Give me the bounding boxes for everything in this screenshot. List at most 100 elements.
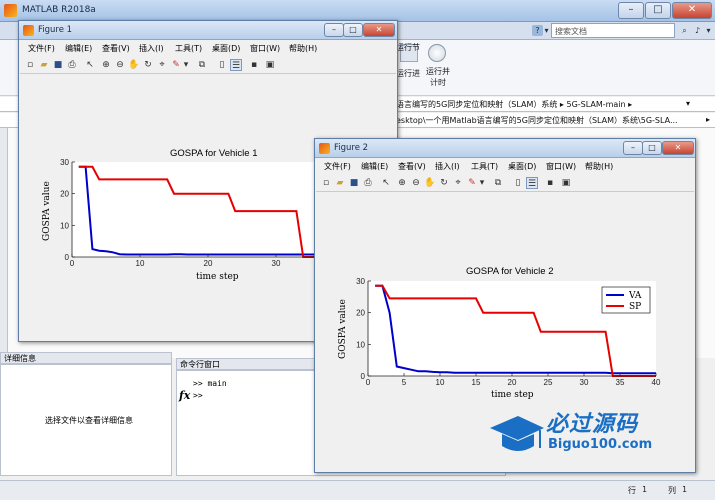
chevron-down-icon[interactable]: ▾	[476, 177, 488, 189]
close-button[interactable]: ✕	[672, 2, 712, 19]
menu-view[interactable]: 查看(V)	[102, 43, 130, 54]
zoom-out-icon[interactable]: ⊖	[114, 59, 126, 71]
link-plot-icon[interactable]: ⧉	[196, 59, 208, 71]
x-tick-label: 20	[508, 378, 517, 387]
new-figure-icon[interactable]: ▫	[320, 177, 332, 189]
y-tick-label: 10	[356, 340, 365, 349]
matlab-logo-icon	[319, 143, 330, 154]
menu-insert[interactable]: 插入(I)	[139, 43, 164, 54]
chevron-right-icon[interactable]: ▸	[706, 115, 710, 124]
chevron-down-icon[interactable]: ▾	[541, 25, 552, 36]
maximize-button[interactable]: □	[645, 2, 671, 19]
show-plot-tools-icon[interactable]: ▣	[560, 177, 572, 189]
zoom-in-icon[interactable]: ⊕	[100, 59, 112, 71]
y-tick-label: 0	[361, 372, 366, 381]
colorbar-icon[interactable]: ▯	[512, 177, 524, 189]
open-folder-icon[interactable]: ▰	[334, 177, 346, 189]
maximize-button[interactable]: □	[343, 23, 363, 37]
figure-2-toolbar: ▫ ▰ ■ ⎙ ↖ ⊕ ⊖ ✋ ↻ ⌖ ✎ ▾ ⧉ ▯ ☰ ▪ ▣	[316, 175, 694, 192]
figure-1-menubar: 文件(F) 编辑(E) 查看(V) 插入(I) 工具(T) 桌面(D) 窗口(W…	[20, 41, 396, 56]
x-tick-label: 30	[272, 259, 281, 268]
pointer-icon[interactable]: ↖	[380, 177, 392, 189]
menu-insert[interactable]: 插入(I)	[435, 161, 460, 172]
x-tick-label: 25	[544, 378, 553, 387]
show-plot-tools-icon[interactable]: ▣	[264, 59, 276, 71]
close-button[interactable]: ✕	[363, 23, 395, 37]
menu-tools[interactable]: 工具(T)	[471, 161, 498, 172]
minimize-button[interactable]: –	[324, 23, 344, 37]
x-tick-label: 0	[70, 259, 75, 268]
legend-icon[interactable]: ☰	[230, 59, 242, 71]
menu-file[interactable]: 文件(F)	[324, 161, 351, 172]
minimize-button[interactable]: –	[618, 2, 644, 19]
open-folder-icon[interactable]: ▰	[38, 59, 50, 71]
details-panel: 选择文件以查看详细信息	[0, 364, 172, 476]
data-cursor-icon[interactable]: ⌖	[452, 177, 464, 189]
save-icon[interactable]: ■	[52, 59, 64, 71]
chevron-down-icon[interactable]: ▾	[686, 99, 690, 108]
pan-icon[interactable]: ✋	[128, 59, 140, 71]
back-label[interactable]: 运行进	[396, 68, 420, 79]
data-cursor-icon[interactable]: ⌖	[156, 59, 168, 71]
menu-desktop[interactable]: 桌面(D)	[508, 161, 536, 172]
chart-2-plot[interactable]: 0 5 10 15 20 25 30 35 40 0 10 20 30 VASP	[316, 193, 696, 423]
bell-icon[interactable]: ♪	[692, 25, 703, 36]
print-icon[interactable]: ⎙	[66, 59, 78, 71]
search-docs-input[interactable]: 搜索文档	[551, 23, 675, 38]
expand-icon[interactable]: ▾	[703, 25, 714, 36]
figure-2-title: Figure 2	[334, 143, 369, 153]
run-section-label[interactable]: 运行节	[396, 42, 420, 53]
chevron-down-icon[interactable]: ▾	[180, 59, 192, 71]
x-tick-label: 0	[366, 378, 371, 387]
status-col-value: 1	[682, 485, 688, 494]
pointer-icon[interactable]: ↖	[84, 59, 96, 71]
collapsed-panel[interactable]	[0, 128, 8, 358]
close-button[interactable]: ✕	[662, 141, 694, 155]
stopwatch-icon[interactable]	[428, 44, 446, 62]
menu-file[interactable]: 文件(F)	[28, 43, 55, 54]
watermark-url: Biguo100.com	[548, 437, 653, 452]
figure-2-titlebar[interactable]: Figure 2 – □ ✕	[315, 139, 695, 158]
menu-window[interactable]: 窗口(W)	[250, 43, 280, 54]
status-bar: 行 1 列 1	[0, 480, 715, 500]
pan-icon[interactable]: ✋	[424, 177, 436, 189]
menu-desktop[interactable]: 桌面(D)	[212, 43, 240, 54]
menu-help[interactable]: 帮助(H)	[289, 43, 317, 54]
print-icon[interactable]: ⎙	[362, 177, 374, 189]
save-icon[interactable]: ■	[348, 177, 360, 189]
zoom-out-icon[interactable]: ⊖	[410, 177, 422, 189]
rotate-icon[interactable]: ↻	[438, 177, 450, 189]
hide-plot-tools-icon[interactable]: ▪	[544, 177, 556, 189]
legend-icon[interactable]: ☰	[526, 177, 538, 189]
watermark-logo-text: 必过源码	[546, 412, 639, 437]
command-line-1: >> main	[193, 379, 227, 388]
menu-window[interactable]: 窗口(W)	[546, 161, 576, 172]
rotate-icon[interactable]: ↻	[142, 59, 154, 71]
figure-1-titlebar[interactable]: Figure 1 – □ ✕	[19, 21, 397, 40]
menu-edit[interactable]: 编辑(E)	[65, 43, 92, 54]
maximize-button[interactable]: □	[642, 141, 662, 155]
fx-icon[interactable]: fx	[179, 389, 190, 402]
link-plot-icon[interactable]: ⧉	[492, 177, 504, 189]
legend-box	[601, 286, 651, 314]
y-tick-label: 20	[356, 309, 365, 318]
search-icon[interactable]: ⌕	[679, 25, 690, 36]
graduation-cap-icon	[490, 416, 544, 451]
zoom-in-icon[interactable]: ⊕	[396, 177, 408, 189]
legend-label-1: VA	[628, 291, 642, 301]
figure-2-menubar: 文件(F) 编辑(E) 查看(V) 插入(I) 工具(T) 桌面(D) 窗口(W…	[316, 159, 694, 174]
run-and-time-button[interactable]: 运行并 计时	[420, 66, 456, 88]
main-titlebar[interactable]: MATLAB R2018a – □ ✕	[0, 0, 715, 22]
x-tick-label: 10	[436, 378, 445, 387]
colorbar-icon[interactable]: ▯	[216, 59, 228, 71]
new-figure-icon[interactable]: ▫	[24, 59, 36, 71]
hide-plot-tools-icon[interactable]: ▪	[248, 59, 260, 71]
menu-view[interactable]: 查看(V)	[398, 161, 426, 172]
figure-1-title: Figure 1	[38, 25, 73, 35]
menu-tools[interactable]: 工具(T)	[175, 43, 202, 54]
command-prompt[interactable]: >>	[193, 391, 203, 400]
minimize-button[interactable]: –	[623, 141, 643, 155]
menu-help[interactable]: 帮助(H)	[585, 161, 613, 172]
menu-edit[interactable]: 编辑(E)	[361, 161, 388, 172]
status-row-value: 1	[642, 485, 648, 494]
